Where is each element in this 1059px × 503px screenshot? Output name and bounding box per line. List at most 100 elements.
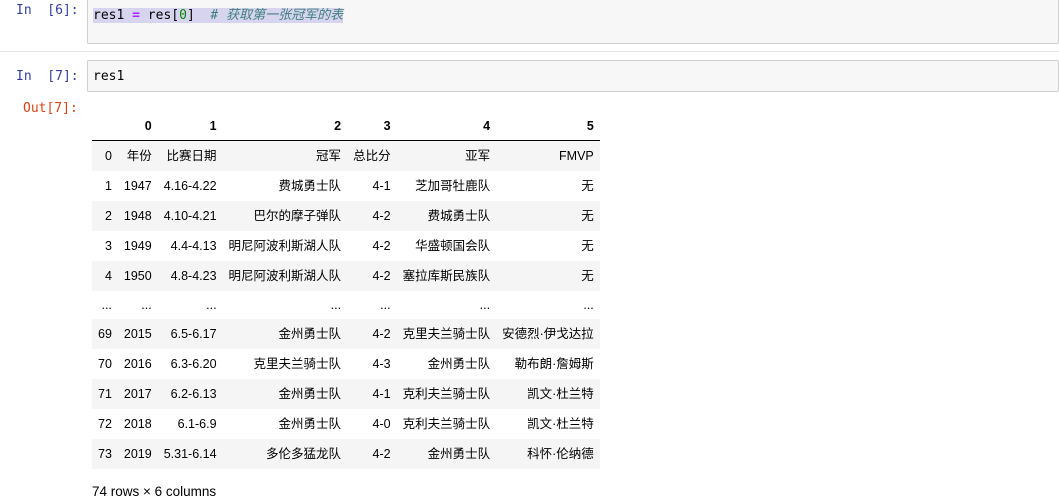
table-cell: 费城勇士队 xyxy=(278,179,342,193)
table-cell: 明尼阿波利斯湖人队 xyxy=(228,239,342,253)
table-row: 72 2018 6.1-6.9 金州勇士队 4-0 克利夫兰骑士队 凯文·杜兰特 xyxy=(92,409,600,439)
input-prompt-7: In [7]: xyxy=(16,69,79,84)
table-cell: 无 xyxy=(581,209,594,223)
row-index: 70 xyxy=(98,357,112,371)
column-header: 4 xyxy=(396,113,497,141)
table-cell: 4-2 xyxy=(372,239,391,253)
table-cell: ... xyxy=(206,298,217,312)
column-header xyxy=(92,113,118,141)
table-cell: 4.4-4.13 xyxy=(170,239,217,253)
table-cell: 克里夫兰骑士队 xyxy=(402,327,491,341)
table-cell: 金州勇士队 xyxy=(427,447,491,461)
table-cell: 1948 xyxy=(123,209,152,223)
table-cell: 冠军 xyxy=(316,149,342,163)
dataframe-table: 012345 0 年份 比赛日期 冠军 总比分 亚军 FMVP 1 1947 4.16-4.22 费… xyxy=(92,113,600,469)
table-row: 0 年份 比赛日期 冠军 总比分 亚军 FMVP xyxy=(92,140,600,171)
table-cell: 克利夫兰骑士队 xyxy=(402,387,491,401)
table-row: 71 2017 6.2-6.13 金州勇士队 4-1 克利夫兰骑士队 凯文·杜兰特 xyxy=(92,379,600,409)
cell-divider xyxy=(0,51,1059,52)
table-cell: 华盛顿国会队 xyxy=(415,239,491,253)
table-cell: 2015 xyxy=(123,327,152,341)
table-cell: 金州勇士队 xyxy=(278,417,342,431)
row-index: 4 xyxy=(104,269,112,283)
row-index: 73 xyxy=(98,447,112,461)
column-header: 5 xyxy=(496,113,600,141)
row-index: 72 xyxy=(98,417,112,431)
table-cell: 5.31-6.14 xyxy=(163,447,217,461)
table-cell: ... xyxy=(583,298,594,312)
table-cell: ... xyxy=(141,298,152,312)
table-row: 69 2015 6.5-6.17 金州勇士队 4-2 克里夫兰骑士队 安德烈·伊戈达拉 xyxy=(92,319,600,349)
table-row: 70 2016 6.3-6.20 克里夫兰骑士队 4-3 金州勇士队 勒布朗·詹姆斯 xyxy=(92,349,600,379)
code-line-7: res1 xyxy=(93,69,125,84)
table-cell: 无 xyxy=(581,269,594,283)
table-cell: 多伦多猛龙队 xyxy=(266,447,342,461)
dataframe-shape-footer: 74 rows × 6 columns xyxy=(92,484,217,499)
code-cell-6[interactable]: In [6]: res1 = res[0] # 获取第一张冠军的表 xyxy=(0,0,1059,50)
table-cell: 4-2 xyxy=(372,327,391,341)
table-cell: 塞拉库斯民族队 xyxy=(402,269,491,283)
table-cell: 6.2-6.13 xyxy=(170,387,217,401)
row-index: 2 xyxy=(104,209,112,223)
code-index: 0 xyxy=(179,8,187,23)
input-prompt-6: In [6]: xyxy=(16,3,79,18)
table-cell: 金州勇士队 xyxy=(427,357,491,371)
code-input-6[interactable]: res1 = res[0] # 获取第一张冠军的表 xyxy=(87,0,1059,44)
row-index: 1 xyxy=(104,179,112,193)
table-row: 73 2019 5.31-6.14 多伦多猛龙队 4-2 金州勇士队 科怀·伦纳德 xyxy=(92,439,600,469)
table-cell: 4-2 xyxy=(372,447,391,461)
table-cell: 克里夫兰骑士队 xyxy=(253,357,342,371)
code-bracket-close: ] xyxy=(186,8,195,23)
row-index: ... xyxy=(101,298,112,312)
table-cell: 6.5-6.17 xyxy=(170,327,217,341)
code-var: res1 xyxy=(93,8,125,23)
output-prompt-7: Out[7]: xyxy=(23,101,78,116)
column-header: 2 xyxy=(222,113,348,141)
table-row: 3 1949 4.4-4.13 明尼阿波利斯湖人队 4-2 华盛顿国会队 无 xyxy=(92,231,600,261)
table-cell: 科怀·伦纳德 xyxy=(527,447,594,461)
table-cell: 1947 xyxy=(123,179,152,193)
table-cell: 安德烈·伊戈达拉 xyxy=(502,327,594,341)
table-cell: 4.8-4.23 xyxy=(170,269,217,283)
table-cell: 2016 xyxy=(123,357,152,371)
table-cell: 芝加哥牡鹿队 xyxy=(415,179,491,193)
table-cell: 费城勇士队 xyxy=(427,209,491,223)
table-cell: ... xyxy=(380,298,391,312)
table-row: 1 1947 4.16-4.22 费城勇士队 4-1 芝加哥牡鹿队 无 xyxy=(92,171,600,201)
table-cell: 4-2 xyxy=(372,269,391,283)
table-cell: 金州勇士队 xyxy=(278,327,342,341)
table-row: 2 1948 4.10-4.21 巴尔的摩子弹队 4-2 费城勇士队 无 xyxy=(92,201,600,231)
table-cell: 6.1-6.9 xyxy=(177,417,217,431)
column-header: 3 xyxy=(347,113,397,141)
table-cell: 4.16-4.22 xyxy=(163,179,217,193)
table-cell: 无 xyxy=(581,239,594,253)
table-cell: 4-3 xyxy=(372,357,391,371)
code-comment: # 获取第一张冠军的表 xyxy=(210,8,344,23)
notebook-page: In [6]: res1 = res[0] # 获取第一张冠军的表 In [7]… xyxy=(0,0,1059,503)
table-cell: 巴尔的摩子弹队 xyxy=(253,209,342,223)
table-cell: 4-2 xyxy=(372,209,391,223)
table-body: 0 年份 比赛日期 冠军 总比分 亚军 FMVP 1 1947 4.16-4.22 费城勇士队 4-1… xyxy=(92,140,600,469)
table-cell: 勒布朗·詹姆斯 xyxy=(514,357,594,371)
table-cell: 亚军 xyxy=(465,149,491,163)
table-cell: 2017 xyxy=(123,387,152,401)
table-cell: 4.10-4.21 xyxy=(163,209,217,223)
table-cell: 克利夫兰骑士队 xyxy=(402,417,491,431)
code-input-7[interactable]: res1 xyxy=(87,60,1059,92)
row-index: 3 xyxy=(104,239,112,253)
table-cell: 2018 xyxy=(123,417,152,431)
table-cell: 比赛日期 xyxy=(166,149,217,163)
table-cell: ... xyxy=(479,298,491,312)
row-index: 69 xyxy=(98,327,112,341)
column-header: 1 xyxy=(157,113,223,141)
code-rhs: res xyxy=(147,8,172,23)
row-index: 71 xyxy=(98,387,112,401)
table-cell: ... xyxy=(330,298,342,312)
table-cell: 无 xyxy=(581,179,594,193)
table-row: 4 1950 4.8-4.23 明尼阿波利斯湖人队 4-2 塞拉库斯民族队 无 xyxy=(92,261,600,291)
table-cell: 年份 xyxy=(126,149,152,163)
table-cell: 2019 xyxy=(123,447,152,461)
table-header-row: 012345 xyxy=(92,113,600,141)
column-header: 0 xyxy=(117,113,158,141)
table-cell: 4-0 xyxy=(372,417,391,431)
